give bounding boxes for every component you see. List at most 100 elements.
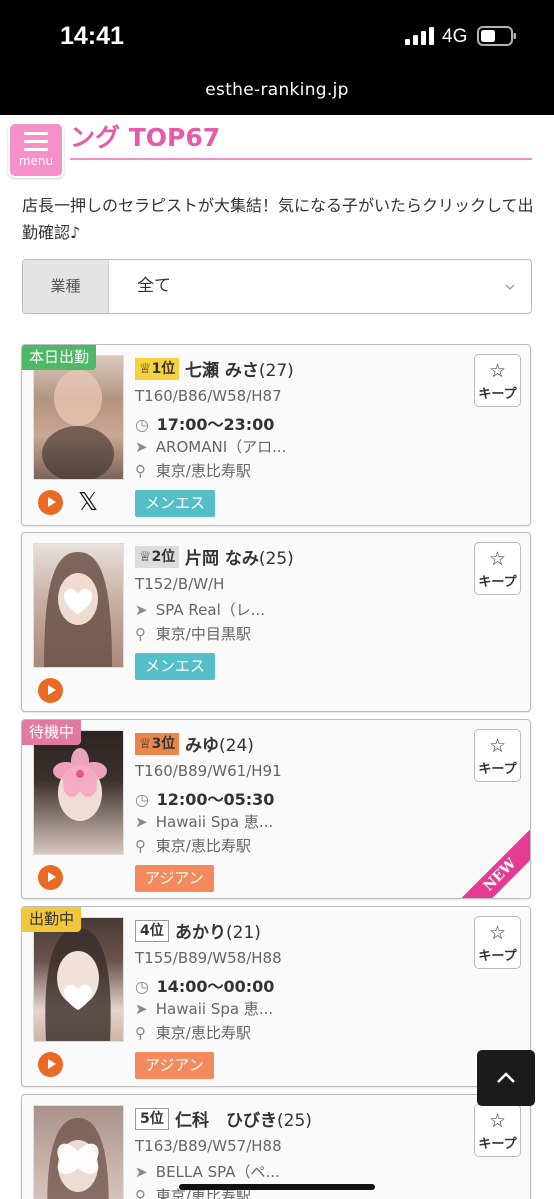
therapist-photo[interactable]: [33, 355, 124, 482]
location-pin-icon: ⚲: [135, 462, 146, 480]
therapist-name[interactable]: あかり(21): [175, 918, 261, 943]
rank-badge: ♕3位: [135, 733, 180, 755]
shop-name[interactable]: ➤ Hawaii Spa 恵...: [135, 998, 273, 1019]
play-video-icon[interactable]: [38, 865, 63, 890]
menu-button[interactable]: menu: [8, 122, 64, 178]
shift-time: ◷ 14:00〜00:00: [135, 977, 275, 996]
keep-button[interactable]: ☆ キープ: [474, 354, 521, 407]
shop-name[interactable]: ➤ SPA Real（レ...: [135, 599, 265, 620]
url-bar[interactable]: esthe-ranking.jp: [0, 80, 554, 100]
rank-badge: 5位: [135, 1108, 169, 1130]
rank-badge: ♕1位: [135, 358, 180, 380]
status-tag: 出勤中: [22, 907, 82, 932]
play-video-icon[interactable]: [38, 678, 63, 703]
therapist-card[interactable]: 待機中 ♕3位 みゆ(24) T160/B89/W61/H91 ◷ 12:00〜…: [21, 719, 531, 899]
therapist-name[interactable]: 七瀬 みさ(27): [185, 356, 294, 381]
blurred-photo-graphic: [42, 370, 114, 482]
location-pin-icon: ⚲: [135, 625, 146, 643]
rank-badge: ♕2位: [135, 546, 180, 568]
area: ⚲ 東京/恵比寿駅: [135, 462, 251, 480]
keep-button[interactable]: ☆ キープ: [474, 1104, 521, 1157]
location-pin-icon: ⚲: [135, 837, 146, 855]
arrow-icon: ➤: [135, 1163, 148, 1181]
ribbon-icon: ♕: [139, 549, 152, 565]
keep-label: キープ: [478, 387, 517, 402]
genre-badge: メンエス: [135, 490, 216, 517]
keep-label: キープ: [478, 1137, 517, 1152]
shop-name[interactable]: ➤ AROMANI（アロ...: [135, 436, 286, 457]
menu-label: menu: [18, 154, 54, 168]
body-size: T163/B89/W57/H88: [135, 1137, 282, 1155]
play-video-icon[interactable]: [38, 1052, 63, 1077]
keep-label: キープ: [478, 762, 517, 777]
clock-icon: ◷: [135, 415, 149, 434]
hamburger-icon: [24, 132, 48, 151]
shop-name[interactable]: ➤ Hawaii Spa 恵...: [135, 811, 273, 832]
therapist-name[interactable]: 仁科 ひびき(25): [175, 1106, 312, 1131]
intro-text: 店長一押しのセラピストが大集結！気になる子がいたらクリックして出勤確認♪: [22, 196, 534, 242]
back-to-top-button[interactable]: [477, 1050, 535, 1106]
rank-badge: 4位: [135, 920, 169, 942]
photo-graphic: [53, 748, 107, 821]
arrow-icon: ➤: [135, 601, 148, 619]
filter-label: 業種: [23, 260, 109, 313]
genre-badge: アジアン: [135, 865, 214, 892]
body-size: T155/B89/W58/H88: [135, 949, 282, 967]
photo-graphic: [44, 552, 112, 667]
shop-name[interactable]: ➤ BELLA SPA（ペ...: [135, 1161, 280, 1182]
star-icon: ☆: [488, 548, 507, 570]
therapist-photo[interactable]: [33, 917, 124, 1042]
arrow-icon: ➤: [135, 438, 148, 456]
body-size: T160/B89/W61/H91: [135, 762, 282, 780]
therapist-card[interactable]: 出勤中 4位 あかり(21) T155/B89/W58/H88 ◷ 14:00〜…: [21, 906, 531, 1087]
therapist-photo[interactable]: [33, 543, 124, 668]
clock-icon: ◷: [135, 977, 149, 996]
ribbon-icon: ♕: [139, 361, 152, 377]
therapist-card[interactable]: ♕2位 片岡 なみ(25) T152/B/W/H ➤ SPA Real（レ...…: [21, 532, 531, 712]
status-tag: 待機中: [22, 720, 82, 745]
page-title: ング TOP67: [70, 123, 221, 152]
area: ⚲ 東京/恵比寿駅: [135, 1024, 251, 1042]
keep-button[interactable]: ☆ キープ: [474, 729, 521, 782]
new-ribbon: NEW: [449, 824, 530, 898]
star-icon: ☆: [488, 735, 507, 757]
keep-button[interactable]: ☆ キープ: [474, 916, 521, 969]
play-video-icon[interactable]: [38, 490, 63, 515]
genre-badge: アジアン: [135, 1052, 214, 1079]
keep-button[interactable]: ☆ キープ: [474, 542, 521, 595]
battery-icon: [477, 26, 516, 46]
chevron-up-icon: [497, 1072, 515, 1083]
therapist-photo[interactable]: [33, 730, 124, 855]
therapist-card[interactable]: 本日出勤 𝕏 ♕1位 七瀬 みさ(27) T160/B86/W58/H87 ◷ …: [21, 344, 531, 526]
area: ⚲ 東京/恵比寿駅: [135, 837, 251, 855]
filter-value: 全て: [137, 276, 171, 296]
photo-graphic: [47, 1118, 109, 1199]
clock-icon: ◷: [135, 790, 149, 809]
ribbon-icon: ♕: [139, 736, 152, 752]
status-time: 14:41: [60, 22, 124, 50]
network-type: 4G: [442, 26, 468, 47]
title-divider: [70, 158, 532, 160]
location-pin-icon: ⚲: [135, 1187, 146, 1199]
home-indicator[interactable]: [179, 1184, 375, 1190]
status-bar: 14:41 4G esthe-ranking.jp: [0, 0, 554, 115]
photo-graphic: [45, 928, 111, 1041]
keep-label: キープ: [478, 949, 517, 964]
genre-filter-select[interactable]: 業種 全て: [22, 259, 532, 314]
signal-icon: [405, 27, 434, 45]
location-pin-icon: ⚲: [135, 1024, 146, 1042]
status-tag: 本日出勤: [22, 345, 97, 370]
therapist-name[interactable]: 片岡 なみ(25): [185, 544, 294, 569]
therapist-name[interactable]: みゆ(24): [185, 731, 254, 756]
star-icon: ☆: [488, 1110, 507, 1132]
x-logo-icon[interactable]: 𝕏: [78, 489, 100, 514]
shift-time: ◷ 12:00〜05:30: [135, 790, 275, 809]
keep-label: キープ: [478, 575, 517, 590]
arrow-icon: ➤: [135, 813, 148, 831]
arrow-icon: ➤: [135, 1000, 148, 1018]
area: ⚲ 東京/中目黒駅: [135, 625, 251, 643]
body-size: T160/B86/W58/H87: [135, 387, 282, 405]
chevron-down-icon: [505, 284, 515, 290]
body-size: T152/B/W/H: [135, 575, 225, 593]
therapist-photo[interactable]: [33, 1105, 124, 1199]
